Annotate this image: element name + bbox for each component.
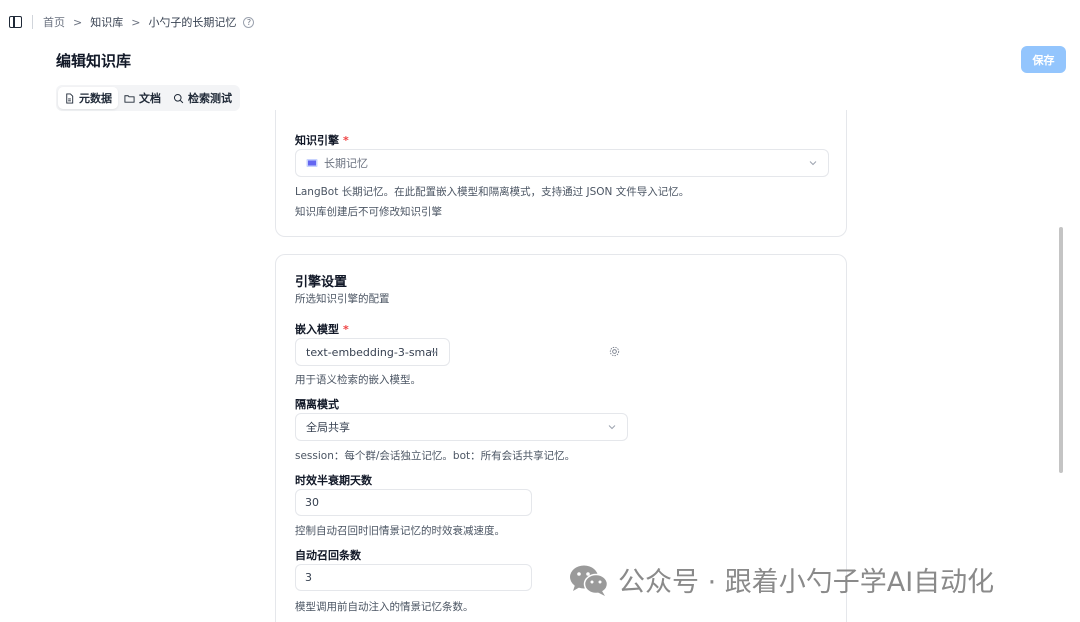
embedding-model-select[interactable]: text-embedding-3-small: [295, 338, 450, 366]
tab-retrieval-test[interactable]: 检索测试: [167, 87, 238, 109]
page-title: 编辑知识库: [56, 52, 132, 70]
folder-icon: [124, 94, 135, 103]
tab-metadata[interactable]: 元数据: [58, 87, 118, 109]
search-icon: [173, 93, 184, 103]
required-mark: *: [343, 134, 349, 147]
auto-recall-help: 模型调用前自动注入的情景记忆条数。: [295, 601, 474, 613]
chevron-down-icon: [809, 161, 817, 166]
divider: [32, 15, 33, 29]
document-icon: [66, 92, 74, 104]
select-value: 长期记忆: [324, 157, 368, 170]
tab-label: 元数据: [79, 92, 112, 105]
breadcrumb-knowledge-base[interactable]: 知识库: [90, 14, 123, 30]
tab-label: 文档: [139, 92, 161, 105]
half-life-input[interactable]: 30: [295, 489, 532, 516]
help-circle-icon[interactable]: ?: [243, 16, 255, 28]
breadcrumb: 首页 > 知识库 > 小勺子的长期记忆 ?: [43, 14, 255, 30]
gear-icon[interactable]: [609, 346, 620, 357]
scrollbar[interactable]: [1059, 227, 1063, 473]
breadcrumb-separator: >: [73, 15, 83, 29]
sidebar-toggle-icon[interactable]: [9, 16, 22, 28]
required-mark: *: [343, 323, 349, 336]
embedding-model-label: 嵌入模型 *: [295, 321, 349, 337]
half-life-help: 控制自动召回时旧情景记忆的时效衰减速度。: [295, 525, 505, 537]
save-button[interactable]: 保存: [1021, 46, 1066, 73]
knowledge-engine-card: 知识引擎 * 长期记忆 LangBot 长期记忆。在此配置嵌入模型和隔离模式，支持…: [275, 110, 847, 237]
isolation-mode-label: 隔离模式: [295, 398, 339, 411]
book-icon: [306, 159, 318, 167]
field-label-text: 嵌入模型: [295, 323, 339, 336]
wechat-icon: [570, 565, 609, 596]
knowledge-engine-label: 知识引擎 *: [295, 132, 349, 148]
embedding-model-help: 用于语义检索的嵌入模型。: [295, 374, 421, 386]
auto-recall-label: 自动召回条数: [295, 549, 361, 562]
breadcrumb-home[interactable]: 首页: [43, 14, 65, 30]
half-life-label: 时效半衰期天数: [295, 474, 372, 487]
tab-documents[interactable]: 文档: [118, 87, 167, 109]
knowledge-engine-help: LangBot 长期记忆。在此配置嵌入模型和隔离模式，支持通过 JSON 文件导…: [295, 186, 690, 198]
auto-recall-input[interactable]: 3: [295, 564, 532, 591]
isolation-mode-select[interactable]: 全局共享: [295, 413, 628, 441]
watermark: 公众号 · 跟着小勺子学AI自动化: [568, 560, 994, 599]
chevron-down-icon: [430, 350, 438, 355]
select-value: text-embedding-3-small: [306, 345, 439, 359]
tab-label: 检索测试: [188, 92, 232, 105]
select-value: 全局共享: [306, 421, 350, 434]
section-title: 引擎设置: [295, 275, 348, 290]
top-bar: 首页 > 知识库 > 小勺子的长期记忆 ?: [0, 0, 1080, 44]
tab-bar: 元数据 文档 检索测试: [56, 85, 240, 111]
breadcrumb-current: 小勺子的长期记忆: [148, 16, 237, 29]
breadcrumb-separator: >: [131, 15, 141, 29]
chevron-down-icon: [608, 425, 616, 430]
knowledge-engine-select[interactable]: 长期记忆: [295, 149, 829, 177]
knowledge-engine-note: 知识库创建后不可修改知识引擎: [295, 206, 442, 218]
isolation-mode-help: session：每个群/会话独立记忆。bot：所有会话共享记忆。: [295, 450, 576, 462]
section-subtitle: 所选知识引擎的配置: [295, 293, 390, 305]
watermark-text: 公众号 · 跟着小勺子学AI自动化: [618, 567, 995, 598]
field-label-text: 知识引擎: [295, 134, 339, 147]
